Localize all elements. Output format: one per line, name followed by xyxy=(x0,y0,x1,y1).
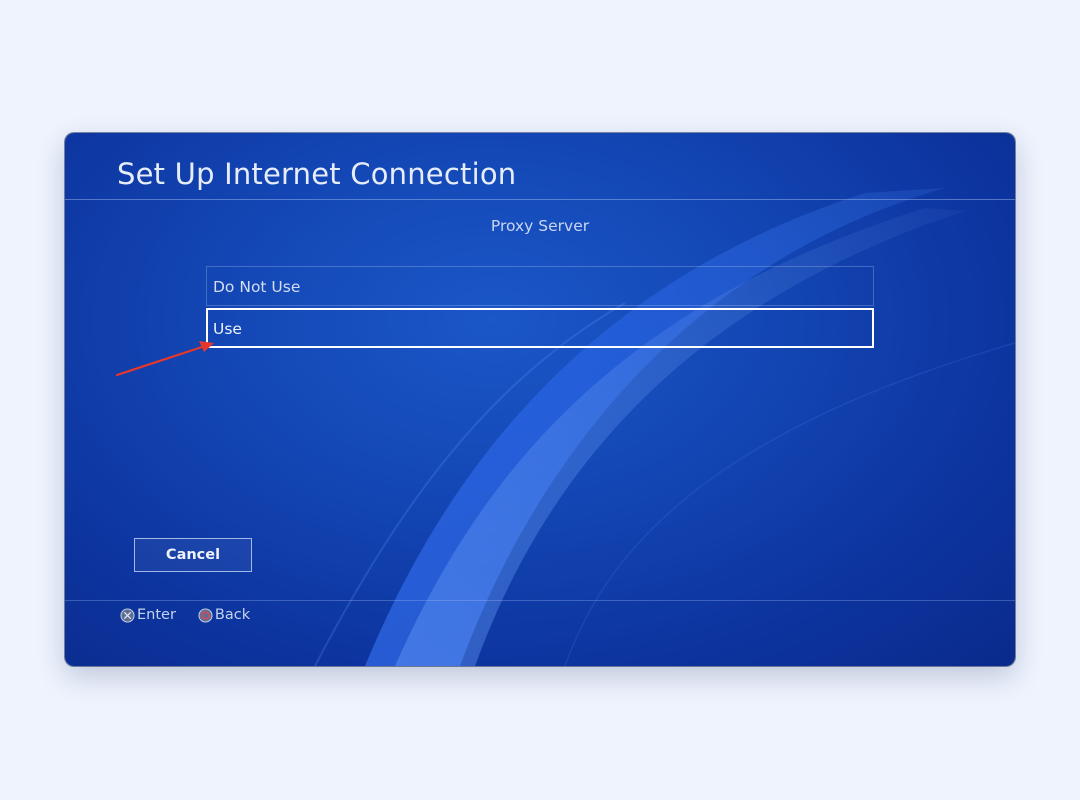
back-hint: Back xyxy=(198,607,250,623)
cross-button-icon xyxy=(120,607,135,623)
enter-hint: Enter xyxy=(120,607,176,623)
cancel-button[interactable]: Cancel xyxy=(134,538,252,572)
ps4-settings-screen: Set Up Internet Connection Proxy Server … xyxy=(65,133,1015,666)
option-do-not-use[interactable]: Do Not Use xyxy=(206,266,874,306)
controller-hints: Enter Back xyxy=(120,603,272,627)
header-divider xyxy=(65,199,1015,200)
option-use[interactable]: Use xyxy=(206,308,874,348)
back-hint-label: Back xyxy=(214,607,251,623)
circle-button-icon xyxy=(198,607,213,623)
footer-divider xyxy=(65,600,1015,601)
section-heading: Proxy Server xyxy=(490,217,590,235)
proxy-options-list: Do Not Use Use xyxy=(206,266,874,348)
background-wave-graphic xyxy=(314,188,1015,666)
enter-hint-label: Enter xyxy=(137,607,176,623)
page-title: Set Up Internet Connection xyxy=(117,157,517,191)
